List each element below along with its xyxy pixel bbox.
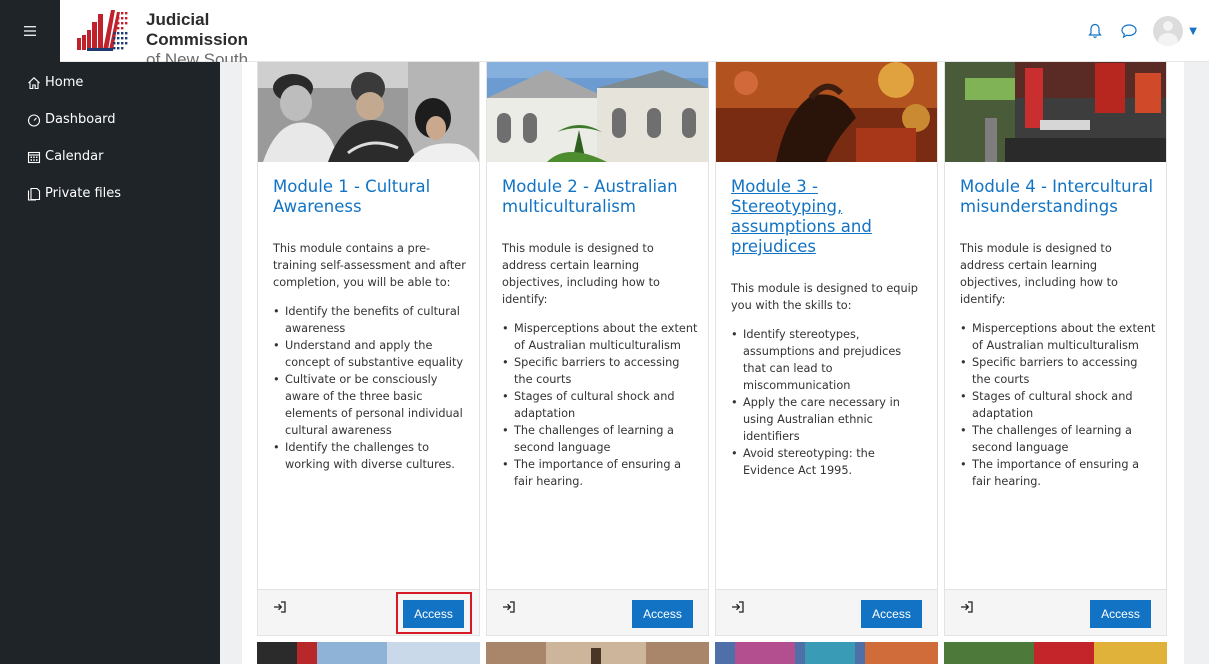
chat-icon (1121, 24, 1137, 39)
card-footer: Access (945, 589, 1166, 635)
course-page: Module 1 - Cultural Awareness This modul… (242, 62, 1184, 664)
list-item: Specific barriers to accessing the court… (960, 354, 1156, 388)
module-card: Module 2 - Australian multiculturalism T… (486, 62, 709, 636)
avatar[interactable] (1153, 16, 1184, 46)
top-navbar: Judicial Commission of New South Wales ▼ (0, 0, 1209, 89)
list-item: Misperceptions about the extent of Austr… (960, 320, 1156, 354)
sidebar-item-home[interactable]: Home (0, 64, 220, 101)
module-thumbnail (486, 642, 709, 664)
enter-icon[interactable] (273, 601, 287, 613)
access-button[interactable]: Access (632, 600, 693, 628)
module-objectives-list: Misperceptions about the extent of Austr… (960, 320, 1156, 490)
enter-icon[interactable] (731, 601, 745, 613)
module-2-image (487, 62, 708, 162)
header-actions: ▼ (1085, 16, 1197, 46)
list-item: The importance of ensuring a fair hearin… (502, 456, 698, 490)
module-title-link[interactable]: Module 1 - Cultural Awareness (273, 177, 469, 217)
sidebar-item-label: Dashboard (45, 112, 116, 127)
list-item: Apply the care necessary in using Austra… (731, 394, 927, 445)
sidebar-item-dashboard[interactable]: Dashboard (0, 101, 220, 138)
module-objectives-list: Identify the benefits of cultural awaren… (273, 303, 469, 473)
list-item: Stages of cultural shock and adaptation (502, 388, 698, 422)
card-body: Module 2 - Australian multiculturalism T… (502, 177, 698, 490)
card-footer: Access (716, 589, 937, 635)
module-description: This module is designed to equip you wit… (731, 282, 918, 312)
access-button[interactable]: Access (1090, 600, 1151, 628)
brand-title: Judicial Commission (146, 10, 249, 49)
module-objectives-list: Identify stereotypes, assumptions and pr… (731, 326, 927, 479)
calendar-icon (27, 151, 41, 163)
list-item: The challenges of learning a second lang… (960, 422, 1156, 456)
card-footer: Access (487, 589, 708, 635)
card-footer: Access (258, 589, 479, 635)
list-item: Stages of cultural shock and adaptation (960, 388, 1156, 422)
list-item: Understand and apply the concept of subs… (273, 337, 469, 371)
sidebar-item-label: Home (45, 75, 84, 90)
home-icon (28, 76, 40, 89)
sidebar-item-private-files[interactable]: Private files (0, 175, 220, 212)
module-title-link[interactable]: Module 2 - Australian multiculturalism (502, 177, 698, 217)
card-body: Module 4 - Intercultural misunderstandin… (960, 177, 1156, 490)
dashboard-icon (27, 113, 41, 127)
module-thumbnail (715, 642, 938, 664)
list-item: Identify the benefits of cultural awaren… (273, 303, 469, 337)
messages-button[interactable] (1119, 21, 1139, 41)
list-item: Misperceptions about the extent of Austr… (502, 320, 698, 354)
enter-icon[interactable] (960, 601, 974, 613)
chevron-down-icon[interactable]: ▼ (1189, 26, 1197, 37)
list-item: The challenges of learning a second lang… (502, 422, 698, 456)
module-title-link[interactable]: Module 3 - Stereotyping, assumptions and… (731, 177, 927, 257)
access-button[interactable]: Access (403, 600, 464, 628)
sidebar-item-label: Calendar (45, 149, 104, 164)
module-card: Module 1 - Cultural Awareness This modul… (257, 62, 480, 636)
brand-link[interactable]: Judicial Commission of New South Wales (60, 0, 296, 89)
module-card: Module 4 - Intercultural misunderstandin… (944, 62, 1167, 636)
notifications-button[interactable] (1085, 21, 1105, 41)
module-4-image (945, 62, 1166, 162)
bell-icon (1088, 23, 1102, 38)
module-thumbnail (944, 642, 1167, 664)
module-description: This module contains a pre-training self… (273, 242, 466, 289)
enter-icon[interactable] (502, 601, 516, 613)
module-description: This module is designed to address certa… (960, 242, 1118, 306)
file-icon (27, 187, 41, 201)
module-description: This module is designed to address certa… (502, 242, 660, 306)
sidebar: Home Dashboard Calendar Private files (0, 62, 220, 664)
module-objectives-list: Misperceptions about the extent of Austr… (502, 320, 698, 490)
menu-toggle-button[interactable] (0, 0, 60, 62)
module-thumbnail (257, 642, 480, 664)
access-button[interactable]: Access (861, 600, 922, 628)
list-item: Avoid stereotyping: the Evidence Act 199… (731, 445, 927, 479)
list-item: Cultivate or be consciously aware of the… (273, 371, 469, 439)
list-item: The importance of ensuring a fair hearin… (960, 456, 1156, 490)
card-body: Module 3 - Stereotyping, assumptions and… (731, 177, 927, 479)
sidebar-item-calendar[interactable]: Calendar (0, 138, 220, 175)
main-content: Module 1 - Cultural Awareness This modul… (220, 62, 1209, 664)
list-item: Identify the challenges to working with … (273, 439, 469, 473)
module-title-link[interactable]: Module 4 - Intercultural misunderstandin… (960, 177, 1156, 217)
module-3-image (716, 62, 937, 162)
sidebar-item-label: Private files (45, 186, 122, 201)
judicial-commission-logo (77, 10, 128, 51)
hamburger-icon (24, 26, 36, 36)
card-body: Module 1 - Cultural Awareness This modul… (273, 177, 469, 473)
list-item: Specific barriers to accessing the court… (502, 354, 698, 388)
module-1-image (258, 62, 479, 162)
module-card: Module 3 - Stereotyping, assumptions and… (715, 62, 938, 636)
list-item: Identify stereotypes, assumptions and pr… (731, 326, 927, 394)
